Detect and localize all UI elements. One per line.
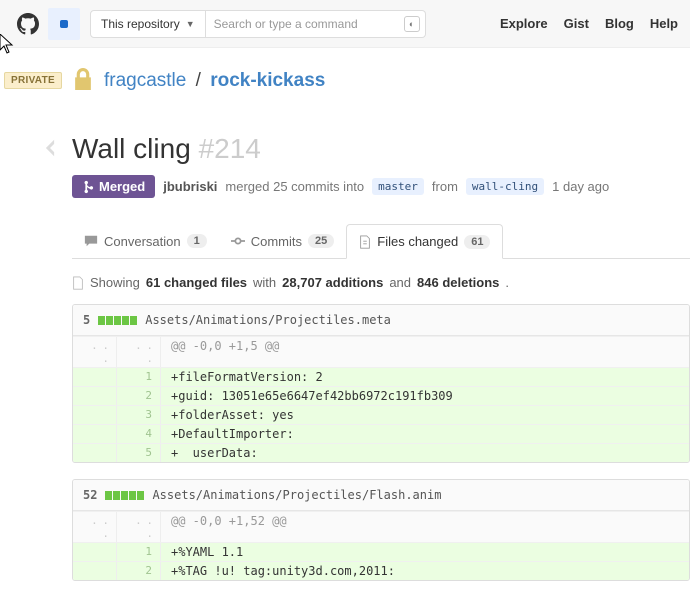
pr-title: Wall cling #214 <box>72 133 261 165</box>
top-nav: Explore Gist Blog Help <box>500 16 678 31</box>
git-merge-icon <box>82 180 94 194</box>
diff-file-path[interactable]: Assets/Animations/Projectiles/Flash.anim <box>152 488 441 502</box>
search-wrap: ◐ <box>206 10 426 38</box>
commit-icon <box>231 234 245 248</box>
breadcrumb: fragcastle / rock-kickass <box>104 70 325 92</box>
chevron-down-icon: ▼ <box>186 19 195 29</box>
breadcrumb-separator: / <box>196 70 201 91</box>
diff-line-count: 5 <box>83 313 90 327</box>
owner-link[interactable]: fragcastle <box>104 70 186 91</box>
chevron-left-icon[interactable] <box>42 137 58 162</box>
diff-line-added: 3+folderAsset: yes <box>73 405 689 424</box>
notification-indicator[interactable] <box>48 8 80 40</box>
diff-header[interactable]: 5 Assets/Animations/Projectiles.meta <box>73 305 689 336</box>
diff-line-added: 2+guid: 13051e65e6647ef42bb6972c191fb309 <box>73 386 689 405</box>
tab-files-count: 61 <box>464 235 490 249</box>
private-badge: PRIVATE <box>4 72 62 89</box>
nav-explore[interactable]: Explore <box>500 16 548 31</box>
hunk-header: . . .. . .@@ -0,0 +1,52 @@ <box>73 511 689 542</box>
tab-conversation-count: 1 <box>187 234 207 248</box>
search-scope-dropdown[interactable]: This repository ▼ <box>90 10 206 38</box>
diff-line-added: 4+DefaultImporter: <box>73 424 689 443</box>
search-scope-label: This repository <box>101 17 180 31</box>
tab-files-label: Files changed <box>377 234 458 249</box>
tab-conversation[interactable]: Conversation 1 <box>72 224 219 258</box>
diff-line-added: 1+fileFormatVersion: 2 <box>73 367 689 386</box>
file-diff-icon <box>359 235 371 249</box>
nav-blog[interactable]: Blog <box>605 16 634 31</box>
hunk-header: . . .. . .@@ -0,0 +1,5 @@ <box>73 336 689 367</box>
pr-title-text: Wall cling <box>72 133 191 164</box>
document-icon <box>72 276 84 290</box>
base-branch[interactable]: master <box>372 178 424 195</box>
pr-subheader: Merged jbubriski merged 25 commits into … <box>72 175 690 198</box>
tab-commits[interactable]: Commits 25 <box>219 224 347 258</box>
diff-stat-bars <box>105 491 144 500</box>
pr-author[interactable]: jbubriski <box>163 179 217 194</box>
nav-help[interactable]: Help <box>650 16 678 31</box>
lock-icon <box>72 66 94 95</box>
merge-time: 1 day ago <box>552 179 609 194</box>
head-branch[interactable]: wall-cling <box>466 178 544 195</box>
tab-files-changed[interactable]: Files changed 61 <box>346 224 503 259</box>
diff-stat-bars <box>98 316 137 325</box>
tab-commits-count: 25 <box>308 234 334 248</box>
diff-line-added: 5+ userData: <box>73 443 689 462</box>
comment-icon <box>84 234 98 248</box>
diff-summary: Showing 61 changed files with 28,707 add… <box>72 275 690 290</box>
search-input[interactable] <box>206 10 426 38</box>
diff-block: 52 Assets/Animations/Projectiles/Flash.an… <box>72 479 690 581</box>
diff-file-path[interactable]: Assets/Animations/Projectiles.meta <box>145 313 391 327</box>
diff-line-added: 2+%TAG !u! tag:unity3d.com,2011: <box>73 561 689 580</box>
diff-line-added: 1+%YAML 1.1 <box>73 542 689 561</box>
repo-link[interactable]: rock-kickass <box>210 70 325 91</box>
nav-gist[interactable]: Gist <box>564 16 589 31</box>
top-bar: This repository ▼ ◐ Explore Gist Blog He… <box>0 0 690 48</box>
pr-tabs: Conversation 1 Commits 25 Files changed … <box>72 224 690 259</box>
merged-badge-label: Merged <box>99 179 145 194</box>
merged-badge: Merged <box>72 175 155 198</box>
diff-block: 5 Assets/Animations/Projectiles.meta . . .… <box>72 304 690 463</box>
tab-commits-label: Commits <box>251 234 302 249</box>
merge-text-a: merged 25 commits into <box>225 179 364 194</box>
pr-number: #214 <box>199 133 261 164</box>
github-logo[interactable] <box>12 8 44 40</box>
diff-header[interactable]: 52 Assets/Animations/Projectiles/Flash.an… <box>73 480 689 511</box>
diff-line-count: 52 <box>83 488 97 502</box>
merge-text-b: from <box>432 179 458 194</box>
tab-conversation-label: Conversation <box>104 234 181 249</box>
repo-header: PRIVATE fragcastle / rock-kickass <box>4 66 690 95</box>
slash-shortcut-icon: ◐ <box>404 16 420 32</box>
